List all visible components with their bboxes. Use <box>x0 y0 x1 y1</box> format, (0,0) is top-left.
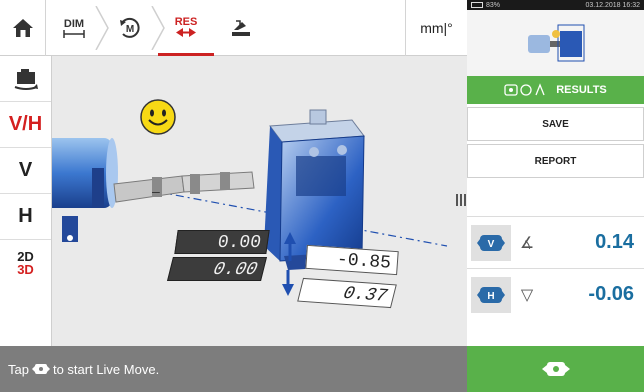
step-results[interactable]: RES <box>158 0 214 56</box>
view-v-label: V <box>18 159 33 181</box>
android-status-bar: 83% 03.12.2018 16:32 <box>467 0 644 10</box>
view-3d-label: 3D <box>17 262 34 277</box>
step-dimensions[interactable]: DIM <box>46 0 109 56</box>
right-panel: 83% 03.12.2018 16:32 RESULTS SAVE REPORT… <box>467 0 644 392</box>
home-icon <box>12 19 33 37</box>
vertical-coupling-icon: V <box>471 224 511 261</box>
results-header[interactable]: RESULTS <box>467 76 644 104</box>
save-button[interactable]: SAVE <box>467 107 644 141</box>
report-label: REPORT <box>534 155 577 167</box>
machine-train-icon <box>527 24 584 62</box>
machine-flip-icon <box>14 68 38 90</box>
dimensions-icon <box>63 30 85 38</box>
drawer-handle[interactable] <box>455 189 467 211</box>
status-bar: Tap to start Live Move. <box>0 346 467 392</box>
step-correct[interactable] <box>214 0 266 56</box>
machine-scene: – <box>52 109 448 296</box>
3d-viewport[interactable]: – 0.00 0.00 -0.85 0.37 <box>52 56 467 346</box>
vertical-value-left: 0.00 <box>174 230 270 254</box>
svg-text:V: V <box>488 239 495 250</box>
offset-symbol: ▽ <box>520 286 534 304</box>
step-dimensions-label: DIM <box>63 18 85 30</box>
datetime: 03.12.2018 16:32 <box>585 1 641 9</box>
home-button[interactable] <box>0 0 46 56</box>
horizontal-result-row: H ▽ -0.06 <box>467 268 644 320</box>
units-button[interactable]: mm|° <box>405 0 467 56</box>
chevron-right-icon <box>95 6 109 50</box>
left-sidebar: V/H V H 2D 3D <box>0 56 52 346</box>
horizontal-value-left: 0.00 <box>167 257 267 281</box>
correct-icon <box>232 20 250 36</box>
left-machine <box>52 138 118 242</box>
live-move-icon <box>541 362 570 376</box>
units-label: mm|° <box>420 20 453 36</box>
report-button[interactable]: REPORT <box>467 144 644 178</box>
flip-machine-button[interactable] <box>0 56 51 102</box>
top-toolbar: DIM M RES mm|° <box>0 0 467 56</box>
horizontal-coupling-icon: H <box>471 276 511 313</box>
view-2d3d-button[interactable]: 2D 3D <box>0 240 51 286</box>
save-label: SAVE <box>542 118 569 130</box>
horizontal-result-value: -0.06 <box>588 283 634 305</box>
machine-thumbnail[interactable] <box>467 10 644 76</box>
chevron-right-icon <box>151 6 165 50</box>
results-label: RESULTS <box>556 84 607 96</box>
results-icon <box>176 28 196 37</box>
svg-text:M: M <box>126 24 134 35</box>
live-move-button[interactable] <box>467 346 644 392</box>
view-v-button[interactable]: V <box>0 148 51 194</box>
vertical-result-value: 0.14 <box>595 231 634 253</box>
view-h-button[interactable]: H <box>0 194 51 240</box>
svg-text:H: H <box>487 291 494 302</box>
vertical-result-row: V ∡ 0.14 <box>467 216 644 268</box>
step-measure[interactable]: M <box>102 0 165 56</box>
results-mode-icon <box>504 83 545 96</box>
view-vh-label: V/H <box>8 113 43 135</box>
view-h-label: H <box>18 205 33 227</box>
battery-level: 83% <box>486 1 501 9</box>
app-window: DIM M RES mm|° V/H V H 2D 3D – 0.00 0.00… <box>0 0 644 392</box>
step-results-label: RES <box>174 16 198 28</box>
live-move-icon <box>31 364 50 374</box>
angle-symbol: ∡ <box>519 234 535 252</box>
measure-icon: M <box>120 17 140 38</box>
status-prefix: Tap <box>8 361 29 377</box>
battery-icon <box>471 2 483 8</box>
svg-text:–: – <box>152 183 160 199</box>
status-suffix: to start Live Move. <box>52 361 160 377</box>
panel-spacer <box>467 178 644 216</box>
view-vh-button[interactable]: V/H <box>0 102 51 148</box>
coupling <box>113 171 255 203</box>
smiley-face-icon <box>140 99 176 135</box>
